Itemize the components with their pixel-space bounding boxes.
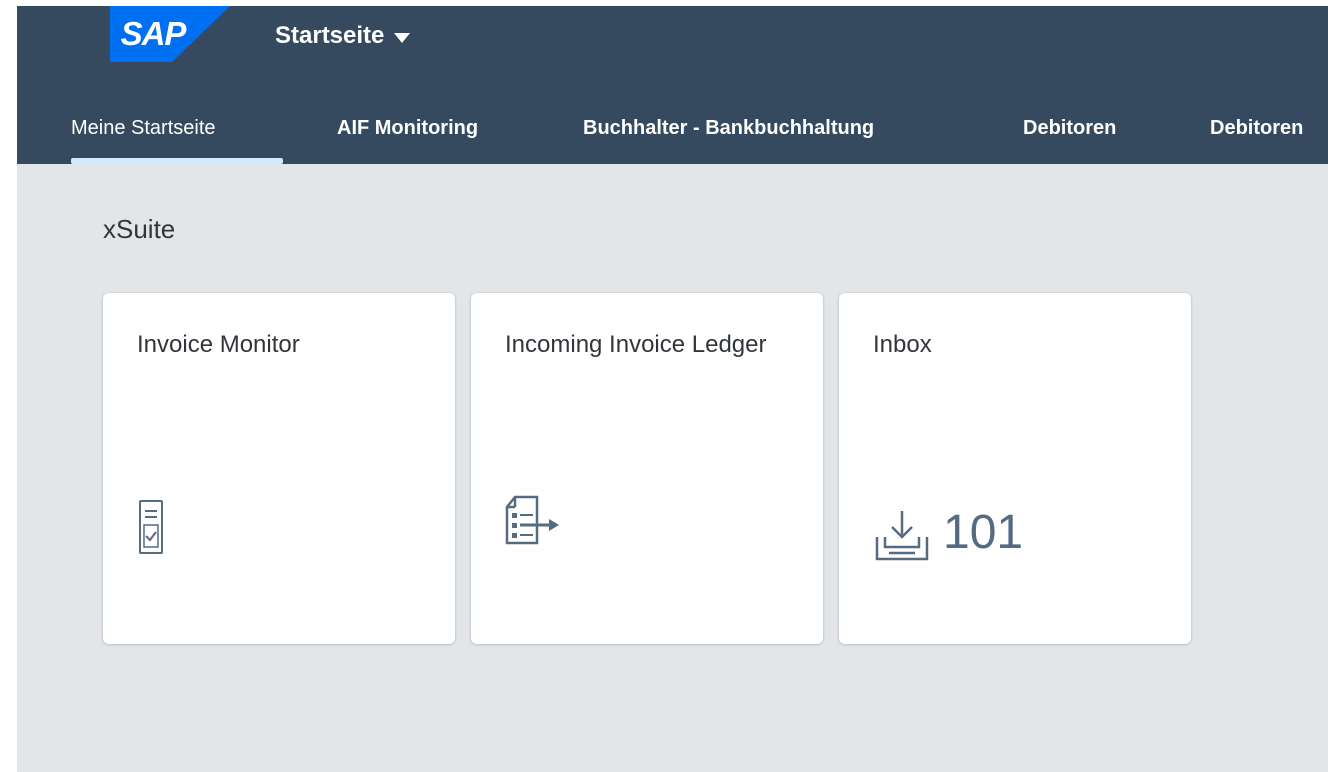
document-check-icon	[137, 499, 167, 560]
task-list-icon	[503, 493, 563, 554]
app-title-menu[interactable]: Startseite	[275, 16, 411, 56]
active-tab-indicator	[71, 158, 283, 164]
tile-title: Inbox	[873, 331, 932, 358]
tab-debitoren[interactable]: Debitoren	[1023, 92, 1116, 164]
tab-aif-monitoring[interactable]: AIF Monitoring	[337, 92, 478, 164]
sap-logo-text: SAP	[120, 15, 187, 52]
sap-logo[interactable]: SAP	[110, 6, 230, 62]
tab-debitoren-2[interactable]: Debitoren	[1210, 92, 1303, 164]
inbox-count: 101	[943, 506, 1024, 559]
tab-bar: Meine Startseite AIF Monitoring Buchhalt…	[17, 92, 1328, 164]
app-title: Startseite	[275, 22, 385, 49]
tab-meine-startseite[interactable]: Meine Startseite	[71, 92, 216, 164]
shell-bar: SAP Startseite Meine Startseite AIF Moni…	[17, 6, 1328, 164]
tile-invoice-monitor[interactable]: Invoice Monitor	[103, 293, 455, 644]
tile-inbox[interactable]: Inbox 101	[839, 293, 1191, 644]
tab-buchhalter-bankbuchhaltung[interactable]: Buchhalter - Bankbuchhaltung	[583, 92, 874, 164]
tile-title: Incoming Invoice Ledger	[505, 331, 767, 358]
inbox-download-icon	[873, 507, 931, 568]
group-title: xSuite	[103, 214, 176, 244]
caret-down-icon	[394, 32, 411, 43]
tile-incoming-invoice-ledger[interactable]: Incoming Invoice Ledger	[471, 293, 823, 644]
launchpad-frame: SAP Startseite Meine Startseite AIF Moni…	[17, 6, 1328, 772]
tile-title: Invoice Monitor	[137, 331, 300, 358]
